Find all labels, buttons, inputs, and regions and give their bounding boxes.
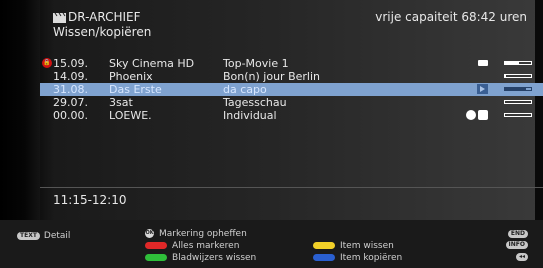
- recording-channel: Das Erste: [109, 83, 162, 96]
- recording-row[interactable]: 29.07. 3sat Tagesschau: [40, 96, 543, 109]
- recording-title: Individual: [223, 109, 277, 122]
- recording-title: Tagesschau: [223, 96, 287, 109]
- delete-item-hint[interactable]: Item wissen: [313, 240, 394, 252]
- recording-row[interactable]: 00.00. LOEWE. Individual: [40, 109, 543, 122]
- end-button[interactable]: END: [507, 230, 528, 238]
- recording-row[interactable]: 14.09. Phoenix Bon(n) jour Berlin: [40, 70, 543, 83]
- progress-bar: [504, 100, 532, 104]
- mark-all-label: Alles markeren: [172, 241, 240, 251]
- archive-panel: DR-ARCHIEF Wissen/kopiëren vrije capaite…: [0, 0, 543, 220]
- recording-row-selected[interactable]: 31.08. Das Erste da capo: [40, 83, 543, 96]
- delete-bookmarks-hint[interactable]: Bladwijzers wissen: [145, 252, 256, 264]
- info-button[interactable]: INFO: [505, 241, 528, 249]
- yellow-key-icon: [313, 242, 335, 249]
- copy-item-label: Item kopiëren: [340, 253, 403, 263]
- divider: [40, 187, 543, 188]
- recording-channel: 3sat: [109, 96, 133, 109]
- blue-key-icon: [313, 254, 335, 261]
- recording-date: 00.00.: [53, 109, 88, 122]
- time-range: 11:15-12:10: [53, 193, 127, 207]
- page-title: DR-ARCHIEF: [68, 10, 141, 24]
- camera-icon: [478, 110, 488, 120]
- progress-bar: [504, 87, 532, 91]
- delete-bookmarks-label: Bladwijzers wissen: [172, 253, 257, 263]
- recording-title: Bon(n) jour Berlin: [223, 70, 320, 83]
- recording-date: 31.08.: [53, 83, 88, 96]
- unmark-label: Markering opheffen: [159, 229, 247, 239]
- status-icons: [466, 110, 490, 123]
- lock-icon: 🔒: [42, 58, 52, 68]
- delete-item-label: Item wissen: [340, 241, 394, 251]
- rewind-button[interactable]: ◂◂: [515, 253, 528, 261]
- detail-label: Detail: [43, 231, 71, 241]
- progress-bar: [504, 113, 532, 117]
- detail-hint[interactable]: TEXT Detail: [17, 230, 70, 242]
- progress-fill: [505, 75, 507, 77]
- red-key-icon: [145, 242, 167, 249]
- key-icon: [478, 60, 488, 66]
- recording-title: da capo: [223, 83, 267, 96]
- panel-left-edge: [0, 0, 40, 220]
- recording-date: 29.07.: [53, 96, 88, 109]
- copy-item-hint[interactable]: Item kopiëren: [313, 252, 402, 264]
- text-key-icon: TEXT: [17, 231, 40, 240]
- progress-fill: [505, 62, 520, 64]
- footer-legend: TEXT Detail OK Markering opheffen Alles ma…: [0, 220, 543, 268]
- clapperboard-icon: [53, 13, 66, 23]
- progress-fill: [505, 88, 526, 90]
- free-capacity-text: vrije capaiteit 68:42 uren: [375, 10, 527, 24]
- recording-channel: LOEWE.: [109, 109, 152, 122]
- ok-key-icon: OK: [145, 229, 154, 238]
- recording-row[interactable]: 🔒 15.09. Sky Cinema HD Top-Movie 1: [40, 57, 543, 70]
- recording-channel: Phoenix: [109, 70, 153, 83]
- recording-date: 14.09.: [53, 70, 88, 83]
- page-subtitle: Wissen/kopiëren: [53, 25, 152, 39]
- recording-date: 15.09.: [53, 57, 88, 70]
- mark-all-hint[interactable]: Alles markeren: [145, 240, 239, 252]
- recording-channel: Sky Cinema HD: [109, 57, 195, 70]
- green-key-icon: [145, 254, 167, 261]
- progress-bar: [504, 61, 532, 65]
- recording-title: Top-Movie 1: [223, 57, 289, 70]
- progress-bar: [504, 74, 532, 78]
- timer-icon: [466, 110, 476, 120]
- unmark-hint[interactable]: OK Markering opheffen: [145, 228, 247, 240]
- play-icon: [477, 84, 488, 94]
- recording-list: 🔒 15.09. Sky Cinema HD Top-Movie 1 14.09…: [40, 57, 543, 122]
